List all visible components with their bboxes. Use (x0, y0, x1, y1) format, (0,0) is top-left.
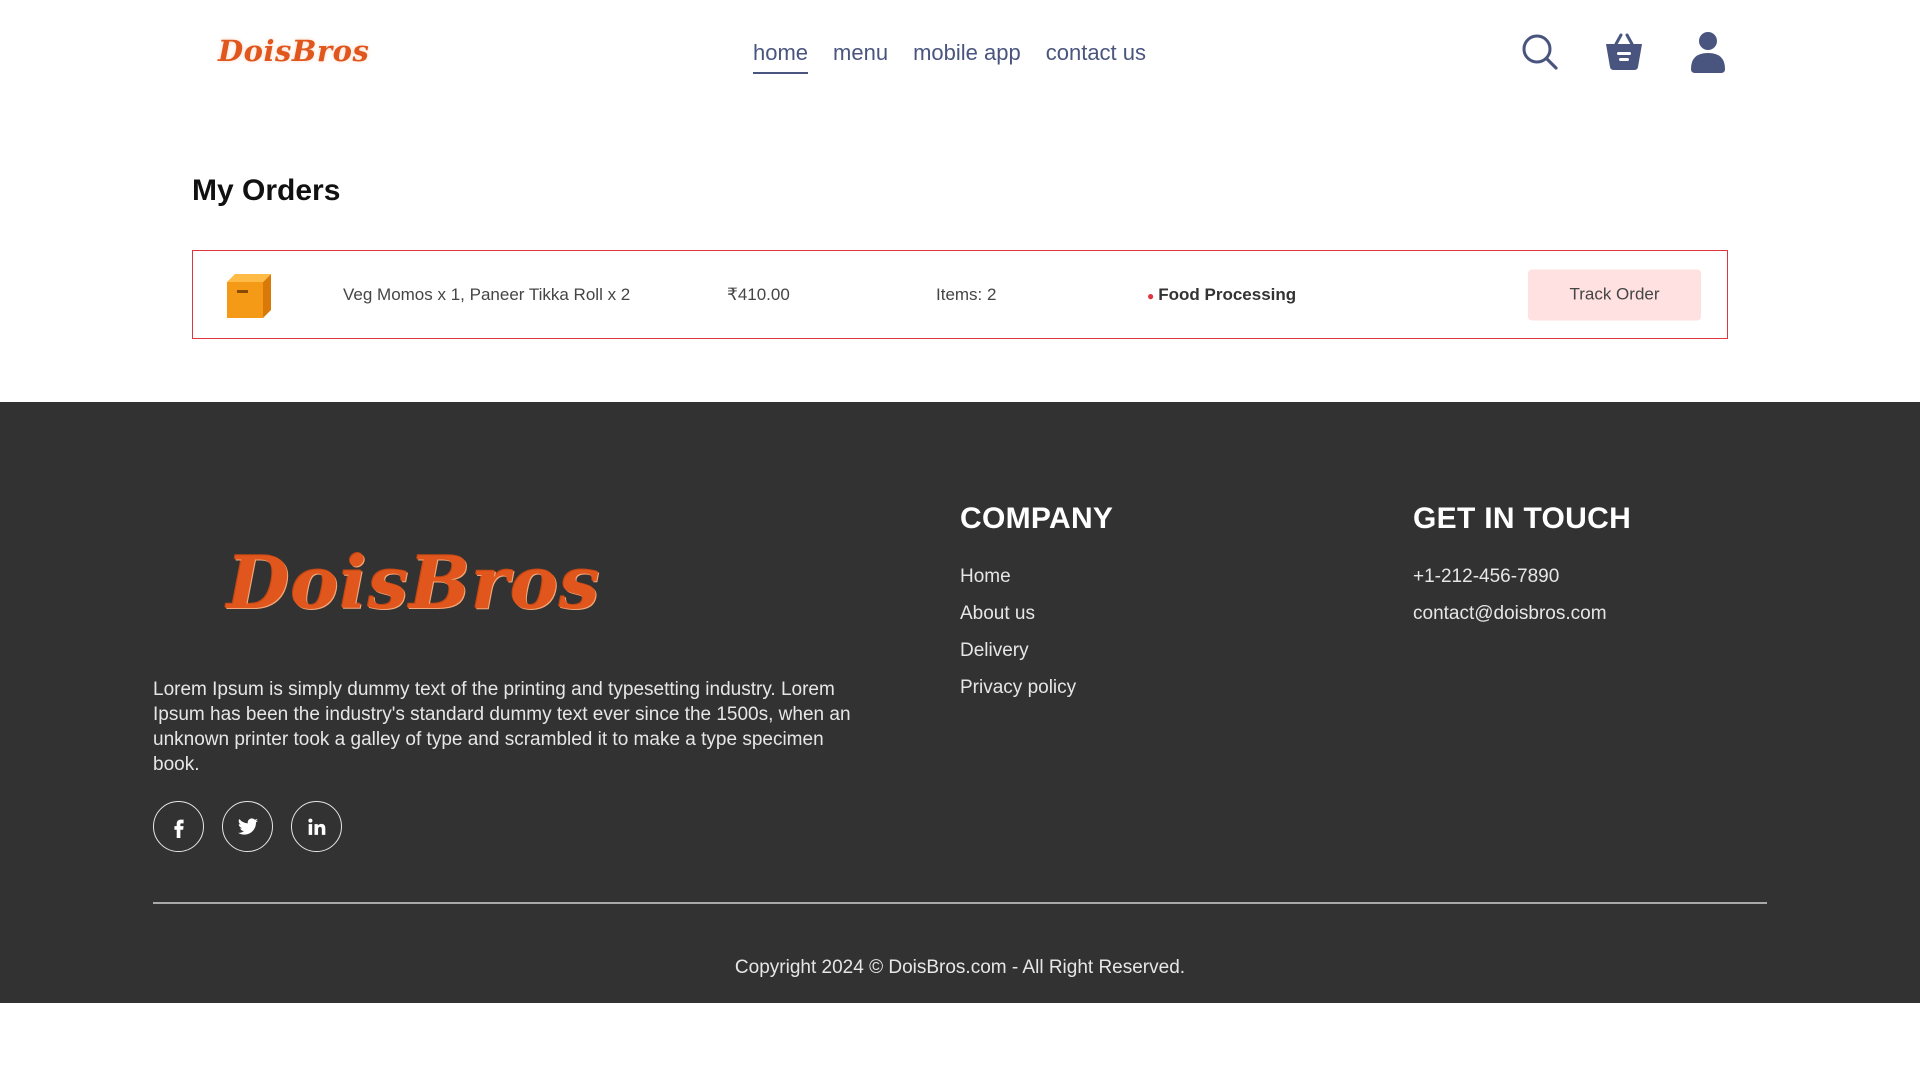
nav-contact-us[interactable]: contact us (1046, 40, 1146, 74)
page-title: My Orders (192, 174, 341, 207)
contact-email: contact@doisbros.com (1413, 603, 1607, 624)
site-footer: DoisBros Lorem Ipsum is simply dummy tex… (0, 402, 1920, 1003)
footer-link-delivery[interactable]: Delivery (960, 632, 1113, 669)
facebook-icon[interactable] (153, 801, 204, 852)
footer-description: Lorem Ipsum is simply dummy text of the … (153, 679, 851, 775)
main-nav: home menu mobile app contact us (753, 40, 1146, 74)
parcel-icon (223, 270, 275, 320)
footer-link-about-us[interactable]: About us (960, 595, 1113, 632)
contact-heading: GET IN TOUCH (1413, 502, 1632, 535)
search-icon[interactable] (1520, 30, 1560, 74)
company-section: COMPANY Home About us Delivery Privacy p… (960, 502, 1113, 706)
company-heading: COMPANY (960, 502, 1114, 535)
site-header: DoisBros home menu mobile app contact us (0, 0, 1920, 110)
social-links (153, 801, 342, 852)
linkedin-icon[interactable] (291, 801, 342, 852)
order-row: Veg Momos x 1, Paneer Tikka Roll x 2 ₹41… (192, 250, 1728, 339)
header-actions (1520, 30, 1728, 74)
order-amount: ₹410.00 (727, 284, 790, 304)
copyright: Copyright 2024 © DoisBros.com - All Righ… (734, 957, 1186, 978)
footer-link-privacy-policy[interactable]: Privacy policy (960, 669, 1113, 706)
track-order-button[interactable]: Track Order (1528, 269, 1701, 320)
contact-section: GET IN TOUCH +1-212-456-7890 contact@doi… (1413, 502, 1631, 632)
twitter-icon[interactable] (222, 801, 273, 852)
profile-icon[interactable] (1688, 30, 1728, 74)
basket-icon[interactable] (1604, 30, 1644, 74)
order-status-label: Food Processing (1158, 284, 1297, 304)
nav-home[interactable]: home (753, 40, 809, 74)
order-items: Veg Momos x 1, Paneer Tikka Roll x 2 (343, 284, 631, 304)
order-status: ● Food Processing (1147, 285, 1296, 305)
footer-link-home[interactable]: Home (960, 558, 1113, 595)
logo[interactable]: DoisBros (218, 34, 369, 68)
footer-logo: DoisBros (227, 540, 601, 625)
order-item-count: Items: 2 (936, 284, 997, 304)
contact-phone: +1-212-456-7890 (1413, 566, 1560, 587)
nav-menu[interactable]: menu (833, 40, 888, 74)
nav-mobile-app[interactable]: mobile app (913, 40, 1021, 74)
status-dot-icon: ● (1147, 288, 1155, 303)
footer-divider (153, 902, 1767, 904)
